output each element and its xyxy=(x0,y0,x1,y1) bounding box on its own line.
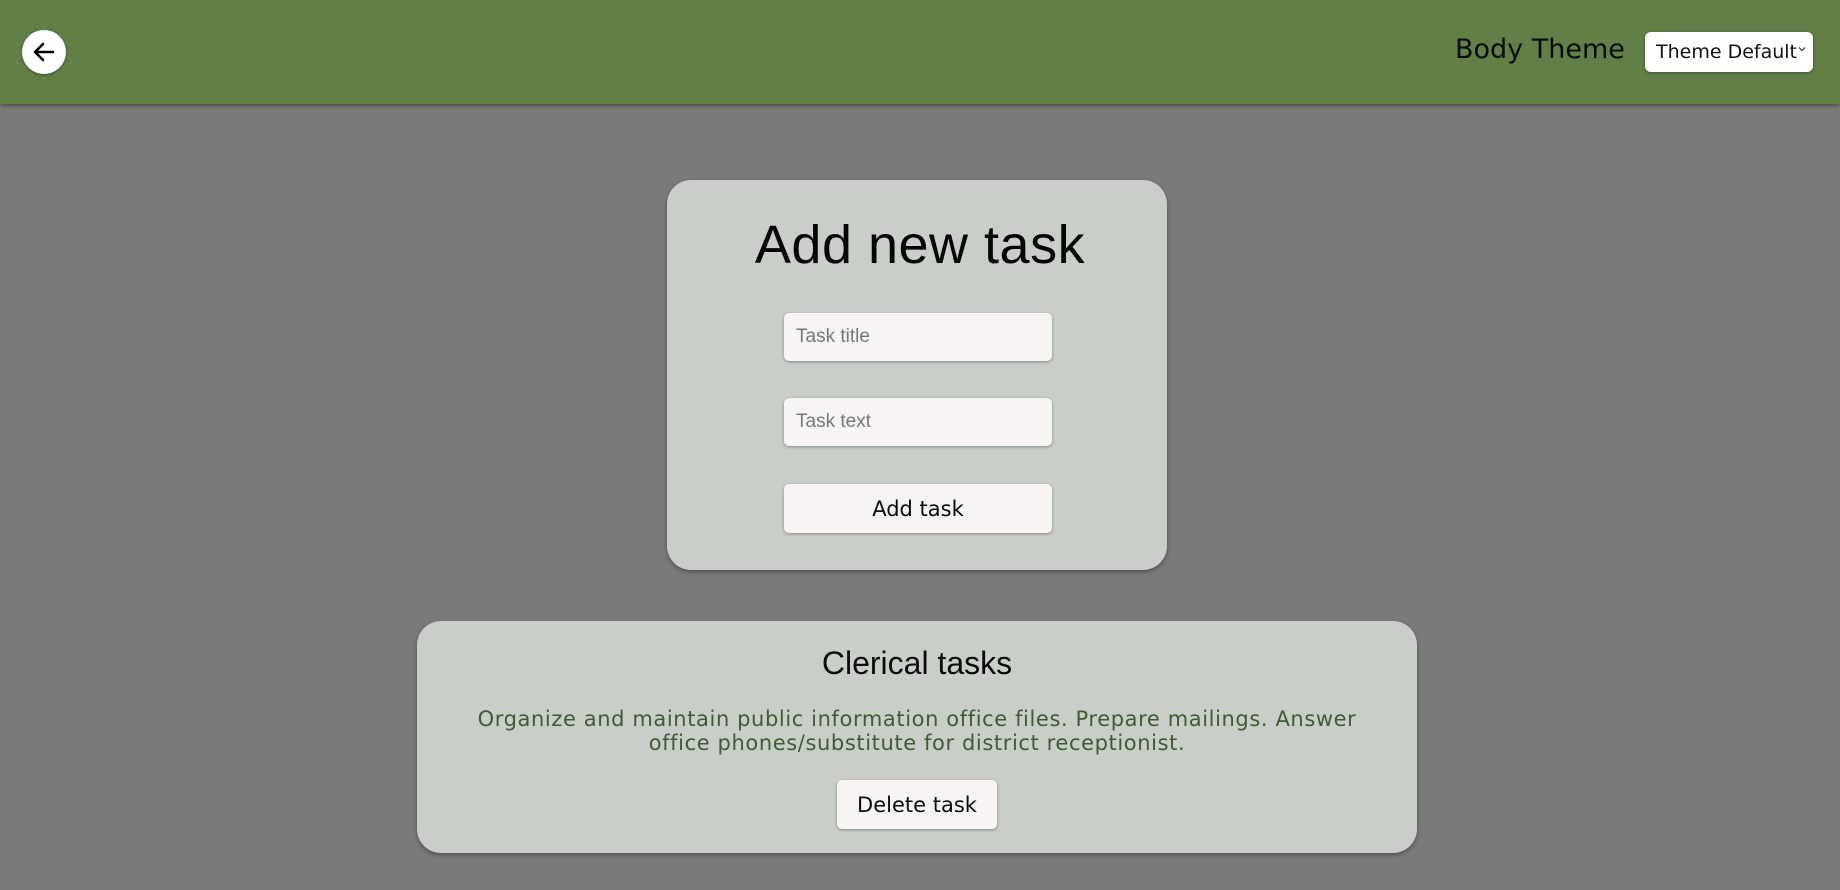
task-text-input[interactable]: Task text xyxy=(784,398,1052,446)
add-task-heading: Add new task xyxy=(754,215,1086,275)
task-title-input[interactable]: Task title xyxy=(784,313,1052,361)
task-description: Organize and maintain public information… xyxy=(477,707,1357,755)
add-task-button[interactable]: Add task xyxy=(784,484,1052,533)
delete-task-button[interactable]: Delete task xyxy=(837,780,997,829)
chevron-down-icon xyxy=(1798,47,1806,52)
task-title-placeholder: Task title xyxy=(796,326,870,347)
theme-select-value: Theme Default xyxy=(1656,41,1797,63)
task-text-placeholder: Task text xyxy=(796,411,871,432)
theme-select[interactable]: Theme Default xyxy=(1645,32,1813,72)
top-bar: Body Theme Theme Default xyxy=(0,0,1840,104)
task-title: Clerical tasks xyxy=(821,645,1013,681)
arrow-left-icon xyxy=(33,42,55,62)
body-theme-label: Body Theme xyxy=(1455,34,1625,65)
back-button[interactable] xyxy=(22,30,66,74)
